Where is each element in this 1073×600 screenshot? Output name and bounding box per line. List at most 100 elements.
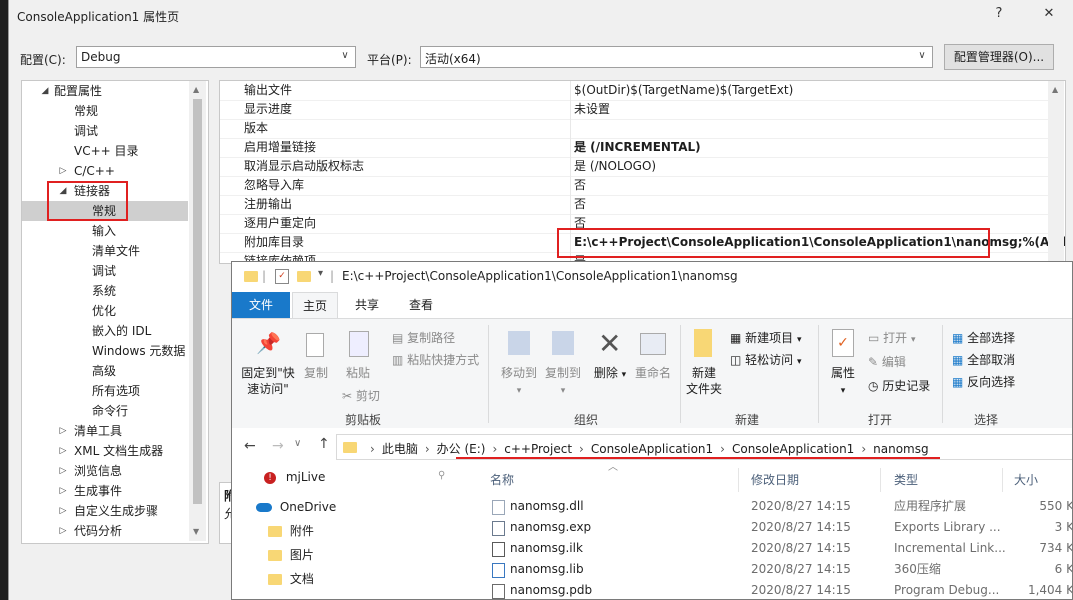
collapsed-arrow-icon[interactable]: ▷ — [58, 481, 68, 501]
customize-toolbar-icon[interactable]: ▾ — [318, 268, 323, 279]
property-value[interactable]: 未设置 — [574, 100, 610, 119]
file-row[interactable]: nanomsg.dll 2020/8/27 14:15 应用程序扩展 550 K — [468, 496, 1072, 517]
recent-locations-icon[interactable]: ∨ — [294, 438, 301, 449]
property-row[interactable]: 启用增量链接 是 (/INCREMENTAL) — [220, 138, 1048, 158]
pin-quick-access-button[interactable]: 固定到"快 速访问" — [238, 365, 298, 397]
chevron-right-icon[interactable]: › — [579, 442, 584, 456]
collapsed-arrow-icon[interactable]: ▷ — [58, 161, 68, 181]
invert-selection-button[interactable]: ▦ 反向选择 — [952, 373, 1015, 390]
breadcrumb-item[interactable]: c++Project — [504, 442, 572, 456]
paste-shortcut-button[interactable]: ▥ 粘贴快捷方式 — [392, 351, 479, 368]
property-value[interactable]: 是 (/NOLOGO) — [574, 157, 656, 176]
edit-button[interactable]: ✎ 编辑 — [868, 353, 906, 370]
column-size[interactable]: 大小 — [1014, 468, 1038, 492]
tree-item[interactable]: 高级 — [22, 361, 188, 381]
help-button[interactable]: ? — [989, 6, 1009, 24]
tree-item[interactable]: 系统 — [22, 281, 188, 301]
collapsed-arrow-icon[interactable]: ▷ — [58, 441, 68, 461]
paste-button[interactable]: 粘贴 — [340, 365, 376, 381]
scroll-up-icon[interactable]: ▲ — [1052, 85, 1058, 94]
tree-item[interactable]: ▷ 清单工具 — [22, 421, 188, 441]
collapsed-arrow-icon[interactable]: ▷ — [58, 501, 68, 521]
tree-item[interactable]: ▷ 自定义生成步骤 — [22, 501, 188, 521]
properties-button[interactable]: 属性 ▾ — [826, 365, 860, 399]
column-date[interactable]: 修改日期 — [751, 468, 799, 492]
platform-select[interactable]: 活动(x64) ∨ — [420, 46, 933, 68]
property-row[interactable]: 取消显示启动版权标志 是 (/NOLOGO) — [220, 157, 1048, 177]
tree-scrollbar[interactable]: ▲ ▼ — [189, 81, 206, 541]
tree-item[interactable]: 调试 — [22, 261, 188, 281]
tree-item[interactable]: 所有选项 — [22, 381, 188, 401]
tree-item[interactable]: ▷ C/C++ — [22, 161, 188, 181]
property-row[interactable]: 注册输出 否 — [220, 195, 1048, 215]
nav-item-pictures[interactable]: 图片 — [268, 544, 314, 566]
new-folder-button[interactable]: 新建 文件夹 — [682, 365, 726, 397]
config-manager-button[interactable]: 配置管理器(O)... — [944, 44, 1054, 70]
pin-icon[interactable]: ⚲ — [438, 470, 445, 481]
tree-item[interactable]: ▷ 代码分析 — [22, 521, 188, 541]
collapsed-arrow-icon[interactable]: ▷ — [58, 521, 68, 541]
tab-share[interactable]: 共享 — [344, 292, 390, 318]
expanded-arrow-icon[interactable]: ◢ — [40, 81, 50, 101]
scroll-thumb[interactable] — [193, 99, 202, 504]
scroll-up-icon[interactable]: ▲ — [193, 85, 199, 94]
select-all-button[interactable]: ▦ 全部选择 — [952, 329, 1015, 346]
chevron-right-icon[interactable]: › — [492, 442, 497, 456]
chevron-right-icon[interactable]: › — [720, 442, 725, 456]
file-row[interactable]: nanomsg.exp 2020/8/27 14:15 Exports Librar… — [468, 517, 1072, 538]
tab-file[interactable]: 文件 — [232, 292, 290, 318]
tab-home[interactable]: 主页 — [292, 292, 338, 318]
property-value[interactable]: $(OutDir)$(TargetName)$(TargetExt) — [574, 81, 793, 100]
back-arrow-icon[interactable]: ← — [244, 438, 256, 454]
tree-item[interactable]: ◢ 配置属性 — [22, 81, 188, 101]
grid-scrollbar[interactable]: ▲ — [1048, 81, 1064, 263]
delete-button[interactable]: 删除 ▾ — [592, 365, 628, 383]
up-arrow-icon[interactable]: ↑ — [318, 436, 330, 452]
tab-view[interactable]: 查看 — [398, 292, 444, 318]
property-value[interactable]: 是 (/INCREMENTAL) — [574, 138, 701, 157]
forward-arrow-icon[interactable]: → — [272, 438, 284, 454]
nav-item-onedrive[interactable]: OneDrive — [256, 496, 336, 518]
breadcrumb-item[interactable]: 此电脑 — [382, 442, 418, 456]
property-value[interactable]: 否 — [574, 195, 586, 214]
nav-item-mjlive[interactable]: ! mjLive — [264, 466, 325, 488]
collapsed-arrow-icon[interactable]: ▷ — [58, 461, 68, 481]
nav-item-documents[interactable]: 文档 — [268, 568, 314, 590]
copy-button[interactable]: 复制 — [300, 365, 332, 381]
new-folder-quick-icon[interactable] — [297, 271, 311, 282]
breadcrumb-item[interactable]: 办公 (E:) — [437, 442, 486, 456]
chevron-right-icon[interactable]: › — [861, 442, 866, 456]
close-button[interactable]: ✕ — [1039, 6, 1059, 24]
tree-item[interactable]: 优化 — [22, 301, 188, 321]
tree-item[interactable]: 命令行 — [22, 401, 188, 421]
easy-access-button[interactable]: ◫ 轻松访问 ▾ — [730, 351, 802, 368]
tree-item[interactable]: ▷ 浏览信息 — [22, 461, 188, 481]
new-item-button[interactable]: ▦ 新建项目 ▾ — [730, 329, 802, 346]
cut-button[interactable]: ✂ 剪切 — [342, 387, 380, 404]
file-row[interactable]: nanomsg.lib 2020/8/27 14:15 360压缩 6 K — [468, 559, 1072, 580]
scroll-down-icon[interactable]: ▼ — [193, 527, 199, 536]
breadcrumb-item[interactable]: ConsoleApplication1 — [591, 442, 713, 456]
properties-quick-icon[interactable]: ✓ — [275, 269, 289, 284]
move-to-button[interactable]: 移动到 ▾ — [498, 365, 540, 399]
tree-item[interactable]: Windows 元数据 — [22, 341, 188, 361]
chevron-right-icon[interactable]: › — [370, 442, 375, 456]
tree-item[interactable]: 调试 — [22, 121, 188, 141]
file-row[interactable]: nanomsg.pdb 2020/8/27 14:15 Program Debug.… — [468, 580, 1072, 599]
copy-path-button[interactable]: ▤ 复制路径 — [392, 329, 455, 346]
file-row[interactable]: nanomsg.ilk 2020/8/27 14:15 Incremental Li… — [468, 538, 1072, 559]
property-row[interactable]: 版本 — [220, 119, 1048, 139]
property-row[interactable]: 显示进度 未设置 — [220, 100, 1048, 120]
copy-to-button[interactable]: 复制到 ▾ — [542, 365, 584, 399]
property-value[interactable]: 否 — [574, 176, 586, 195]
tree-item[interactable]: VC++ 目录 — [22, 141, 188, 161]
nav-item-attachments[interactable]: 附件 — [268, 520, 314, 542]
history-button[interactable]: ◷ 历史记录 — [868, 377, 930, 394]
property-row[interactable]: 忽略导入库 否 — [220, 176, 1048, 196]
collapsed-arrow-icon[interactable]: ▷ — [58, 421, 68, 441]
column-type[interactable]: 类型 — [894, 468, 918, 492]
column-name[interactable]: 名称 — [490, 468, 514, 492]
tree-item[interactable]: 清单文件 — [22, 241, 188, 261]
tree-item[interactable]: 常规 — [22, 101, 188, 121]
breadcrumb-item[interactable]: nanomsg — [873, 442, 928, 456]
